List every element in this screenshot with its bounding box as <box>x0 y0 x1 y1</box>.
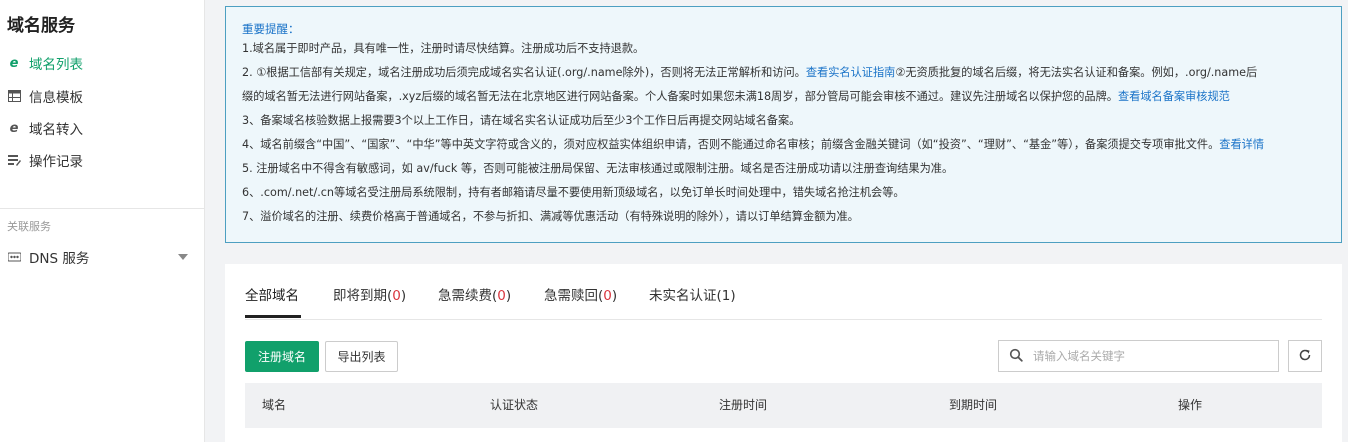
domain-tabs: 全部域名 即将到期(0) 急需续费(0) 急需赎回(0) 未实名认证(1) <box>245 282 1322 320</box>
sidebar-item-label: 域名转入 <box>29 122 83 138</box>
sidebar-item-label: 操作记录 <box>29 154 83 170</box>
sidebar-title: 域名服务 <box>7 16 75 36</box>
active-tab-indicator <box>245 315 301 318</box>
refresh-button[interactable] <box>1288 340 1322 372</box>
sidebar-item-operation-log[interactable]: 操作记录 <box>7 149 197 171</box>
sidebar-item-label: DNS 服务 <box>29 251 90 267</box>
table-header: 域名 认证状态 注册时间 到期时间 操作 <box>245 383 1322 428</box>
sidebar-item-dns-service[interactable]: DNS 服务 <box>7 246 197 268</box>
tab-redeem-needed[interactable]: 急需赎回(0) <box>544 284 617 304</box>
notice-line-6: 6、.com/.net/.cn等域名受注册局系统限制，持有者邮箱请尽量不要使用新… <box>242 186 905 199</box>
edit-list-icon <box>7 153 21 167</box>
sidebar-item-info-template[interactable]: 信息模板 <box>7 85 197 107</box>
tab-count: 0 <box>497 288 506 304</box>
sidebar-item-label: 信息模板 <box>29 90 83 106</box>
refresh-icon <box>1298 348 1312 365</box>
important-notice: 重要提醒： 1.域名属于即时产品，具有唯一性，注册时请尽快结算。注册成功后不支持… <box>225 6 1342 243</box>
notice-line-2-cont: 缀的域名暂无法进行网站备案，.xyz后缀的域名暂无法在北京地区进行网站备案。个人… <box>242 90 1230 103</box>
filing-review-link[interactable]: 查看域名备案审核规范 <box>1118 90 1230 103</box>
column-header-domain: 域名 <box>262 398 287 412</box>
notice-line-1: 1.域名属于即时产品，具有唯一性，注册时请尽快结算。注册成功后不支持退款。 <box>242 42 645 55</box>
details-link[interactable]: 查看详情 <box>1219 138 1264 151</box>
ie-e-icon: e <box>9 120 19 136</box>
domain-list-card: 全部域名 即将到期(0) 急需续费(0) 急需赎回(0) 未实名认证(1) 注册… <box>225 264 1342 442</box>
tab-expiring-soon[interactable]: 即将到期(0) <box>333 284 406 304</box>
notice-line-4: 4、域名前缀含“中国”、“国家”、“中华”等中英文字符或含义的，须对应权益实体组… <box>242 138 1265 151</box>
tab-count: 1 <box>721 288 731 304</box>
search-icon <box>1009 348 1025 364</box>
ie-e-icon: e <box>9 55 19 71</box>
column-header-expire-time: 到期时间 <box>949 398 998 412</box>
search-box <box>998 340 1279 372</box>
column-header-actions: 操作 <box>1178 398 1203 412</box>
column-header-register-time: 注册时间 <box>719 398 768 412</box>
register-domain-button[interactable]: 注册域名 <box>245 341 319 372</box>
notice-line-7: 7、溢价域名的注册、续费价格高于普通域名，不参与折扣、满减等优惠活动（有特殊说明… <box>242 210 859 223</box>
dns-icon <box>7 250 21 264</box>
realname-guide-link[interactable]: 查看实名认证指南 <box>806 66 896 79</box>
sidebar-item-domain-list[interactable]: e 域名列表 <box>7 52 197 74</box>
column-header-auth-status: 认证状态 <box>490 398 539 412</box>
notice-line-3: 3、备案域名核验数据上报需要3个以上工作日，请在域名实名认证成功后至少3个工作日… <box>242 114 801 127</box>
tab-count: 0 <box>603 288 612 304</box>
notice-line-2: 2. ①根据工信部有关规定，域名注册成功后须完成域名实名认证(.org/.nam… <box>242 66 1258 79</box>
sidebar-item-domain-transfer[interactable]: e 域名转入 <box>7 117 197 139</box>
sidebar-section-label: 关联服务 <box>7 220 51 233</box>
tab-all-domains[interactable]: 全部域名 <box>245 284 301 318</box>
notice-line-5: 5. 注册域名中不得含有敏感词，如 av/fuck 等，否则可能被注册局保留、无… <box>242 162 954 175</box>
sidebar-item-label: 域名列表 <box>29 57 83 73</box>
table-icon <box>7 89 21 103</box>
sidebar-divider <box>0 208 205 209</box>
sidebar: 域名服务 e 域名列表 信息模板 e 域名转入 操作记录 关联服务 DNS 服务 <box>0 0 205 442</box>
tab-unverified[interactable]: 未实名认证(1) <box>649 284 736 304</box>
tab-renew-needed[interactable]: 急需续费(0) <box>438 284 511 304</box>
export-list-button[interactable]: 导出列表 <box>325 341 398 372</box>
notice-title: 重要提醒： <box>242 22 300 36</box>
search-input[interactable] <box>1033 349 1263 363</box>
tab-count: 0 <box>392 288 401 304</box>
chevron-down-icon[interactable] <box>178 254 188 260</box>
